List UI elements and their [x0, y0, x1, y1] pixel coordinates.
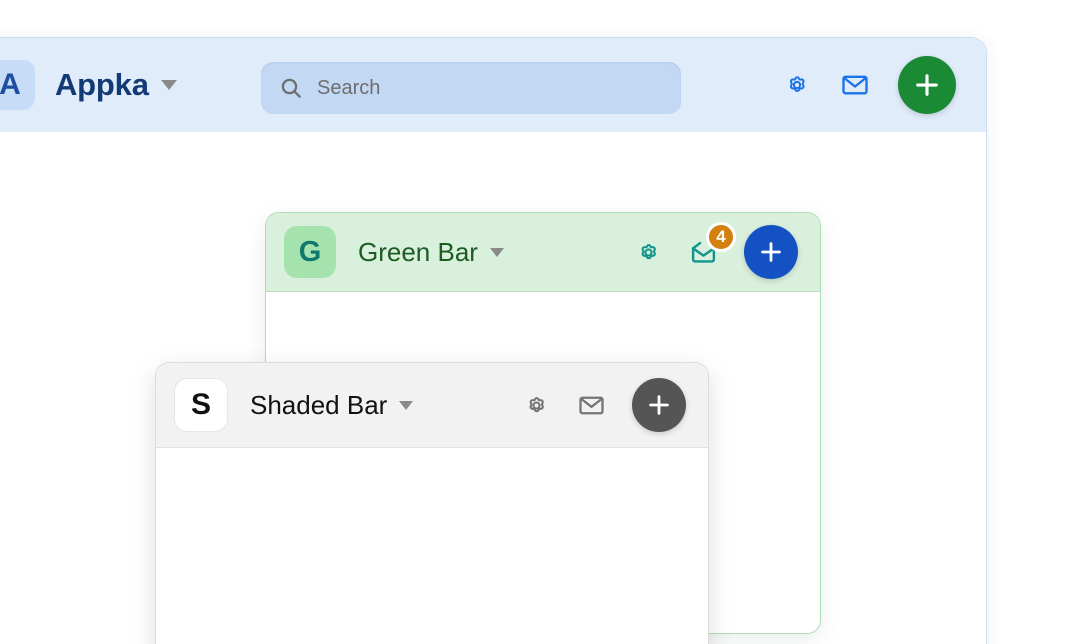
app-header: A Appka Search — [0, 38, 986, 132]
green-bar-actions: 4 — [634, 221, 798, 279]
search-icon — [279, 76, 303, 100]
envelope-icon[interactable] — [840, 70, 870, 100]
plus-icon — [916, 74, 938, 96]
search-placeholder: Search — [317, 76, 381, 99]
shaded-bar-avatar: S — [174, 378, 228, 432]
gear-icon[interactable] — [634, 238, 663, 267]
shaded-bar-header: S Shaded Bar — [156, 363, 708, 448]
gear-icon[interactable] — [522, 391, 551, 420]
header-actions — [782, 38, 956, 132]
add-button[interactable] — [744, 225, 798, 279]
search-input[interactable]: Search — [261, 62, 681, 114]
plus-icon — [649, 395, 669, 415]
mail-with-badge[interactable]: 4 — [689, 221, 736, 267]
green-bar-avatar: G — [284, 226, 336, 278]
add-button[interactable] — [898, 56, 956, 114]
plus-icon — [761, 242, 781, 262]
chevron-down-icon[interactable] — [489, 247, 504, 257]
mail-badge-count: 4 — [706, 221, 736, 252]
shaded-bar-card: S Shaded Bar — [155, 362, 709, 644]
app-avatar: A — [0, 60, 35, 110]
gear-icon[interactable] — [782, 70, 812, 100]
shaded-bar-title: Shaded Bar — [250, 389, 388, 420]
envelope-icon[interactable] — [577, 391, 606, 420]
shaded-bar-actions — [522, 378, 686, 432]
screen-root: A Appka Search G Green Bar 4 S Shaded Ba… — [0, 0, 1080, 644]
green-bar-header: G Green Bar 4 — [266, 213, 820, 292]
chevron-down-icon[interactable] — [399, 400, 414, 410]
green-bar-title: Green Bar — [358, 236, 478, 267]
chevron-down-icon[interactable] — [160, 80, 177, 90]
add-button[interactable] — [632, 378, 686, 432]
shaded-bar-body — [156, 448, 708, 644]
app-title: Appka — [55, 67, 149, 102]
